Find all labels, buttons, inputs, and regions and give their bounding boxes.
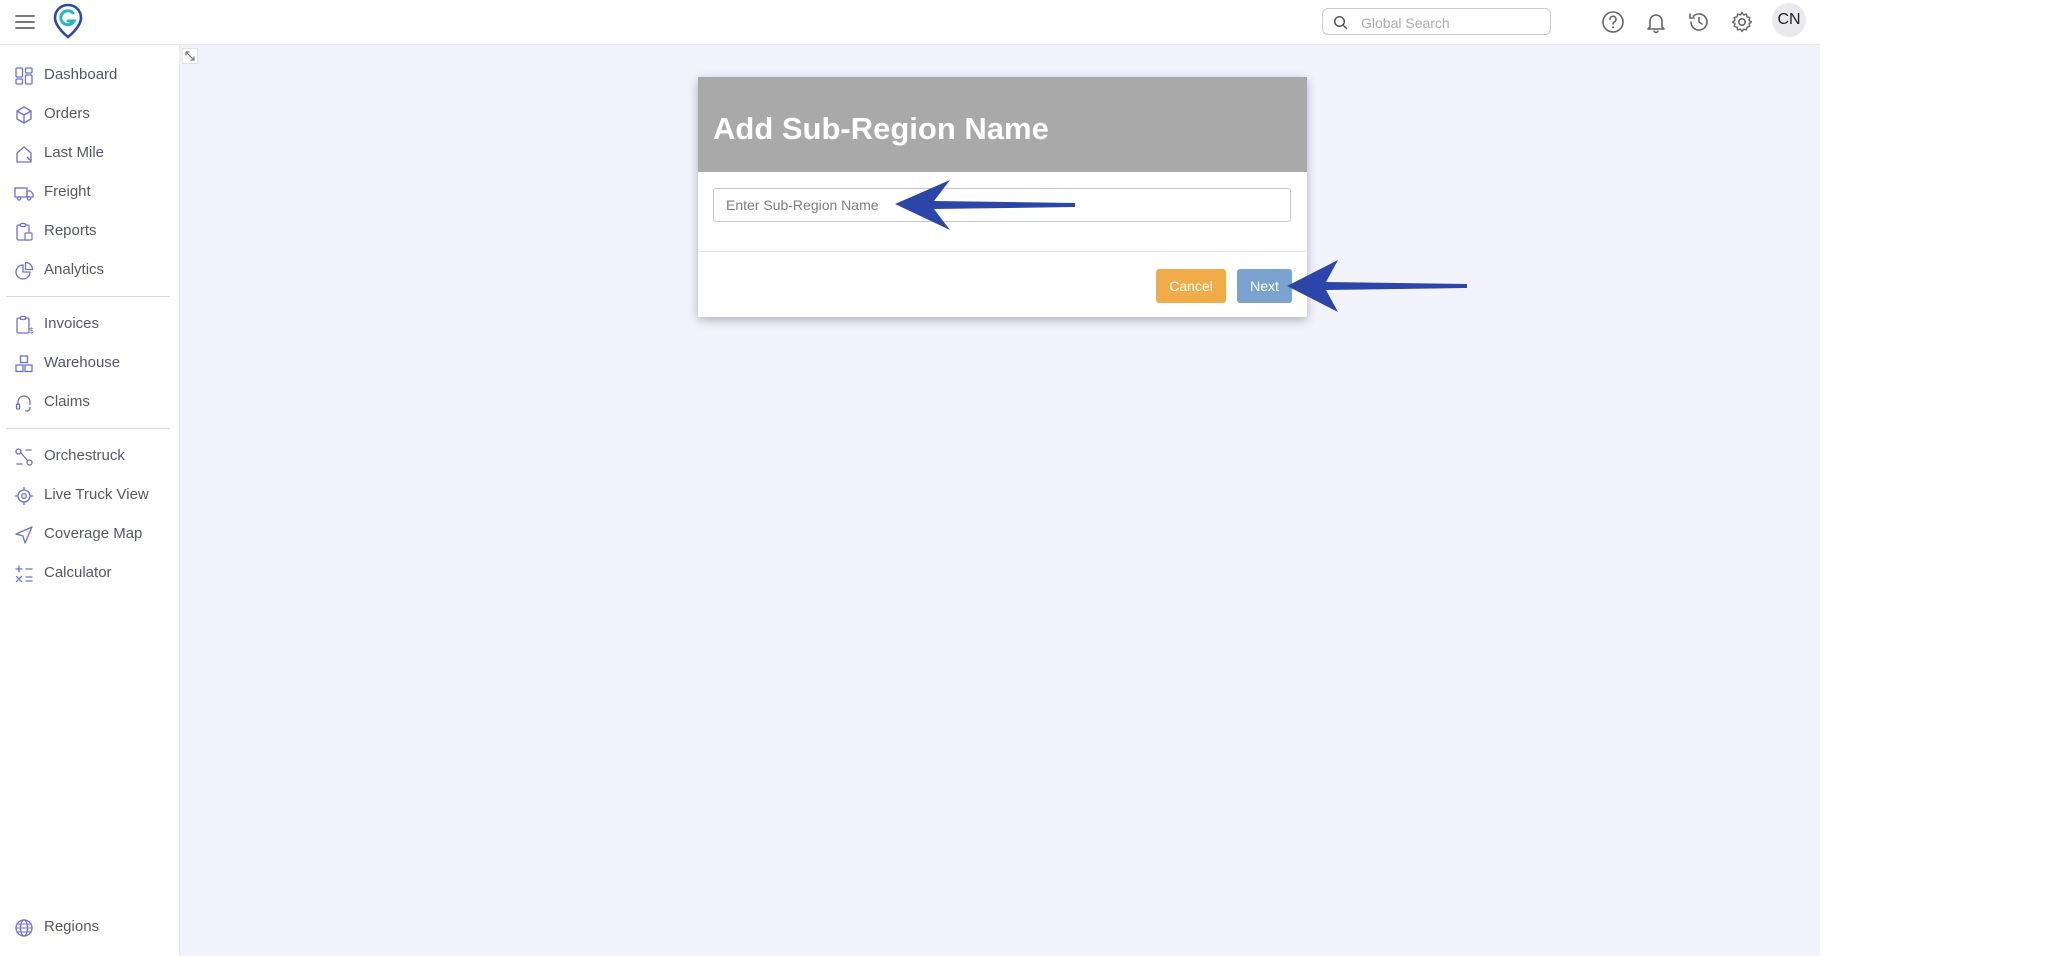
hamburger-menu-icon[interactable] [14, 11, 36, 33]
annotation-arrow-next [1287, 260, 1467, 312]
annotation-arrow-input [895, 180, 1075, 230]
route-icon [15, 448, 33, 466]
sidebar-item-warehouse[interactable]: Warehouse [0, 345, 179, 381]
modal-title: Add Sub-Region Name [713, 111, 1049, 146]
box-icon [16, 106, 32, 124]
app-logo[interactable] [52, 3, 84, 39]
globe-icon [15, 919, 33, 937]
sidebar-item-analytics[interactable]: Analytics [0, 252, 179, 288]
history-icon[interactable] [1686, 9, 1712, 35]
sidebar-item-label: Calculator [44, 564, 112, 581]
sidebar-item-coverage-map[interactable]: Coverage Map [0, 516, 179, 552]
sidebar-item-label: Orders [44, 105, 90, 122]
sidebar-item-claims[interactable]: Claims [0, 384, 179, 420]
sidebar-item-label: Claims [44, 393, 90, 410]
sidebar-item-label: Orchestruck [44, 447, 125, 464]
global-search-input[interactable] [1359, 11, 1543, 34]
user-avatar[interactable]: CN [1772, 3, 1806, 37]
sidebar-item-last-mile[interactable]: Last Mile [0, 135, 179, 171]
dashboard-icon [15, 67, 33, 85]
svg-text:$: $ [29, 326, 34, 335]
settings-gear-icon[interactable] [1729, 9, 1755, 35]
sidebar-item-reports[interactable]: Reports [0, 213, 179, 249]
expand-collapse-icon[interactable] [182, 48, 198, 64]
house-icon [16, 146, 32, 163]
navigation-icon [15, 526, 33, 544]
pie-chart-icon [15, 261, 34, 280]
headset-icon [15, 395, 31, 412]
sidebar-item-label: Regions [44, 918, 100, 935]
modal-footer-divider [698, 251, 1307, 252]
sidebar-item-freight[interactable]: Freight [0, 174, 179, 210]
sidebar-item-label: Live Truck View [44, 486, 149, 503]
sidebar-item-regions[interactable]: Regions [0, 909, 179, 945]
sidebar-item-invoices[interactable]: $ Invoices [0, 306, 179, 342]
sidebar-item-label: Analytics [44, 261, 105, 278]
sidebar-item-label: Coverage Map [44, 525, 143, 542]
sidebar-item-live-truck-view[interactable]: Live Truck View [0, 477, 179, 513]
app-window: CN Dashboard Orders Last Mile [0, 0, 1820, 956]
clipboard-icon [16, 222, 33, 241]
truck-icon [14, 187, 34, 201]
notification-bell-icon[interactable] [1643, 9, 1669, 35]
boxes-icon [15, 355, 33, 373]
sidebar-item-label: Reports [44, 222, 97, 239]
calculator-icon [15, 565, 33, 583]
top-bar: CN [0, 0, 1820, 45]
sidebar-item-label: Invoices [44, 315, 100, 332]
sidebar-item-label: Freight [44, 183, 91, 200]
sidebar-item-orders[interactable]: Orders [0, 96, 179, 132]
sidebar-item-label: Last Mile [44, 144, 105, 161]
sidebar-item-calculator[interactable]: Calculator [0, 555, 179, 591]
modal-header: Add Sub-Region Name [698, 77, 1307, 172]
sidebar-divider [6, 428, 170, 429]
cancel-button[interactable]: Cancel [1156, 269, 1226, 303]
sidebar-item-dashboard[interactable]: Dashboard [0, 57, 179, 93]
invoice-icon: $ [16, 315, 34, 335]
target-icon [15, 487, 33, 505]
search-icon [1333, 15, 1348, 30]
sidebar-item-orchestruck[interactable]: Orchestruck [0, 438, 179, 474]
sidebar: Dashboard Orders Last Mile Freight Repor… [0, 45, 180, 956]
help-icon[interactable] [1600, 9, 1626, 35]
sidebar-item-label: Warehouse [44, 354, 121, 371]
sidebar-divider [6, 296, 170, 297]
sidebar-item-label: Dashboard [44, 66, 118, 83]
global-search[interactable] [1322, 8, 1551, 35]
